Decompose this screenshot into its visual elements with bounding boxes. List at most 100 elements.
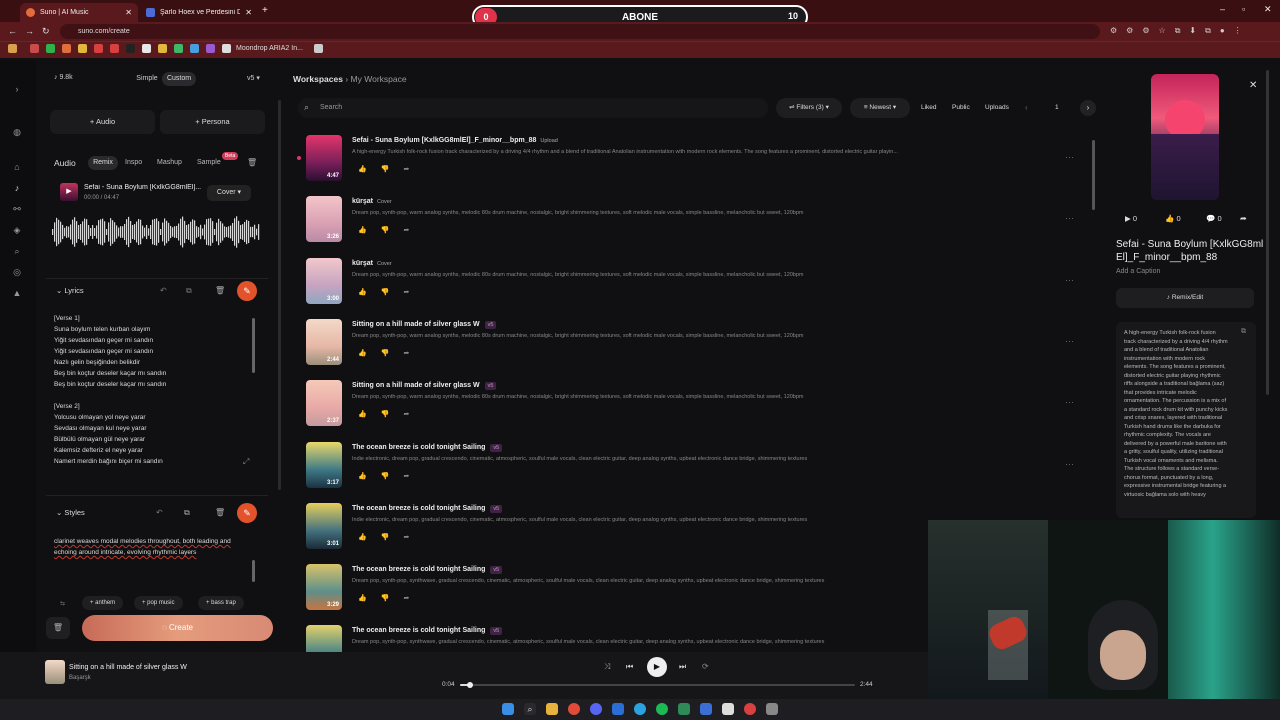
player-artist[interactable]: Başarşk (69, 675, 91, 681)
more-options-icon[interactable]: ⋯ (1065, 213, 1074, 224)
bookmark-icon[interactable] (222, 44, 231, 53)
app-icon[interactable] (700, 703, 712, 715)
shuffle-icon[interactable]: ⤨ (604, 662, 610, 672)
apps-icon[interactable] (8, 44, 17, 53)
expand-icon[interactable]: › (12, 84, 22, 94)
song-title[interactable]: kürşat (352, 260, 373, 267)
more-options-icon[interactable]: ⋯ (1065, 152, 1074, 163)
tab-inspo[interactable]: Inspo (125, 159, 142, 166)
song-title[interactable]: The ocean breeze is cold tonight Sailing (352, 566, 485, 573)
bookmark-icon[interactable] (46, 44, 55, 53)
song-row[interactable]: 2:37 Sitting on a hill made of silver gla… (306, 377, 1086, 437)
browser-tab-suno[interactable]: Suno | AI Music ✕ (20, 3, 138, 22)
song-row[interactable]: 3:17 The ocean breeze is cold tonight Sai… (306, 439, 1086, 499)
url-field[interactable]: suno.com/create (60, 24, 1100, 39)
magic-styles-icon[interactable]: ✎ (237, 503, 257, 523)
progress-knob[interactable] (466, 682, 473, 688)
bookmark-icon[interactable] (62, 44, 71, 53)
song-row[interactable]: 3:26 kürşat Cover Dream pop, synth-pop, war… (306, 193, 1086, 253)
app-icon[interactable] (722, 703, 734, 715)
share-icon[interactable]: ➦ (403, 227, 423, 234)
progress-track[interactable] (460, 682, 855, 688)
share-icon[interactable]: ➦ (403, 350, 423, 357)
share-icon[interactable]: ➦ (1240, 214, 1247, 223)
studio-icon[interactable]: ◎ (12, 267, 22, 277)
audio-waveform[interactable] (52, 210, 262, 254)
styles-textarea[interactable]: clarinet weaves modal melodies throughou… (54, 536, 246, 558)
trash-icon[interactable]: 🗑 (247, 158, 257, 167)
song-row[interactable]: 3:00 kürşat Cover Dream pop, synth-pop, war… (306, 255, 1086, 315)
home-icon[interactable]: ⌂ (12, 162, 22, 172)
tab-mashup[interactable]: Mashup (157, 159, 182, 166)
bookmark-icon[interactable] (78, 44, 87, 53)
more-options-icon[interactable]: ⋯ (1065, 336, 1074, 347)
forward-icon[interactable]: → (25, 26, 34, 36)
song-thumbnail[interactable]: 3:26 (306, 196, 342, 243)
copy-icon[interactable]: ⧉ (186, 286, 192, 296)
share-icon[interactable]: ➦ (403, 411, 423, 418)
like-icon[interactable]: 👍 (358, 534, 381, 541)
like-count[interactable]: 👍 0 (1165, 214, 1181, 223)
style-chip[interactable]: + bass trap (198, 596, 244, 610)
next-page-icon[interactable]: › (1080, 100, 1096, 116)
bookmark-icon[interactable] (158, 44, 167, 53)
song-title[interactable]: Sitting on a hill made of silver glass W (352, 382, 480, 389)
clear-form-icon[interactable]: 🗑 (46, 617, 70, 639)
undo-icon[interactable]: ↶ (156, 508, 163, 517)
expand-lyrics-icon[interactable]: ⤢ (243, 457, 249, 467)
breadcrumb-root[interactable]: Workspaces (293, 74, 343, 84)
new-tab-icon[interactable]: + (262, 5, 268, 16)
share-icon[interactable]: ➦ (403, 595, 423, 602)
song-list-scrollbar[interactable] (1092, 140, 1095, 210)
song-thumbnail[interactable]: 3:29 (306, 564, 342, 611)
filter-liked[interactable]: Liked (921, 104, 937, 111)
song-thumbnail[interactable]: 2:44 (306, 318, 342, 365)
explore-icon[interactable]: ◈ (12, 225, 22, 235)
bookmark-icon[interactable] (174, 44, 183, 53)
dislike-icon[interactable]: 👎 (381, 227, 404, 234)
app-icon[interactable] (678, 703, 690, 715)
style-chip[interactable]: + pop music (134, 596, 183, 610)
lyrics-header[interactable]: ⌄ Lyrics (56, 286, 84, 295)
play-button[interactable]: ▶ (647, 657, 667, 677)
close-panel-icon[interactable]: ✕ (1249, 80, 1257, 91)
maximize-icon[interactable]: ▫ (1242, 4, 1245, 14)
like-icon[interactable]: 👍 (358, 595, 381, 602)
mode-simple-tab[interactable]: Simple (130, 72, 164, 86)
player-title[interactable]: Sitting on a hill made of silver glass W (69, 664, 187, 671)
copy-description-icon[interactable]: ⧉ (1241, 328, 1246, 336)
delete-lyrics-icon[interactable]: 🗑 (215, 286, 225, 295)
back-icon[interactable]: ← (8, 26, 17, 36)
like-icon[interactable]: 👍 (358, 473, 381, 480)
clip-mode-select[interactable]: Cover ▾ (207, 185, 251, 201)
search-taskbar-icon[interactable]: ⌕ (524, 703, 536, 715)
left-panel-scrollbar[interactable] (278, 100, 281, 490)
dislike-icon[interactable]: 👎 (381, 595, 404, 602)
bookmark-icon[interactable] (190, 44, 199, 53)
song-thumbnail[interactable]: 3:00 (306, 257, 342, 304)
dislike-icon[interactable]: 👎 (381, 166, 404, 173)
mode-custom-tab[interactable]: Custom (162, 72, 196, 86)
dislike-icon[interactable]: 👎 (381, 534, 404, 541)
tab-remix[interactable]: Remix (88, 156, 118, 170)
song-thumbnail[interactable]: 4:47 (306, 135, 342, 181)
song-title[interactable]: The ocean breeze is cold tonight Sailing (352, 505, 485, 512)
browser-tab-second[interactable]: Şarlo Hoex ve Perdesini Değişti ✕ (140, 3, 258, 22)
bookmark-icon[interactable] (126, 44, 135, 53)
prev-page-icon[interactable]: ‹ (1025, 103, 1028, 112)
undo-icon[interactable]: ↶ (160, 286, 167, 295)
create-button[interactable]: ◌ Create (82, 615, 273, 641)
add-caption-link[interactable]: Add a Caption (1116, 268, 1160, 275)
song-title[interactable]: The ocean breeze is cold tonight Sailing (352, 444, 485, 451)
chrome-icon[interactable] (568, 703, 580, 715)
dislike-icon[interactable]: 👎 (381, 289, 404, 296)
song-title[interactable]: Sefai - Suna Boylum [KxlkGG8mlEl]_F_mino… (352, 137, 536, 144)
sort-button[interactable]: ≡ Newest ▾ (850, 98, 910, 118)
repeat-icon[interactable]: ⟳ (702, 662, 709, 671)
explorer-icon[interactable] (546, 703, 558, 715)
close-tab-icon[interactable]: ✕ (245, 8, 252, 17)
song-row[interactable]: 2:44 Sitting on a hill made of silver gla… (306, 316, 1086, 376)
close-window-icon[interactable]: ✕ (1264, 4, 1272, 15)
remix-edit-button[interactable]: ♪ Remix/Edit (1116, 288, 1254, 308)
chips-prev-icon[interactable]: ⇆ (60, 600, 65, 607)
